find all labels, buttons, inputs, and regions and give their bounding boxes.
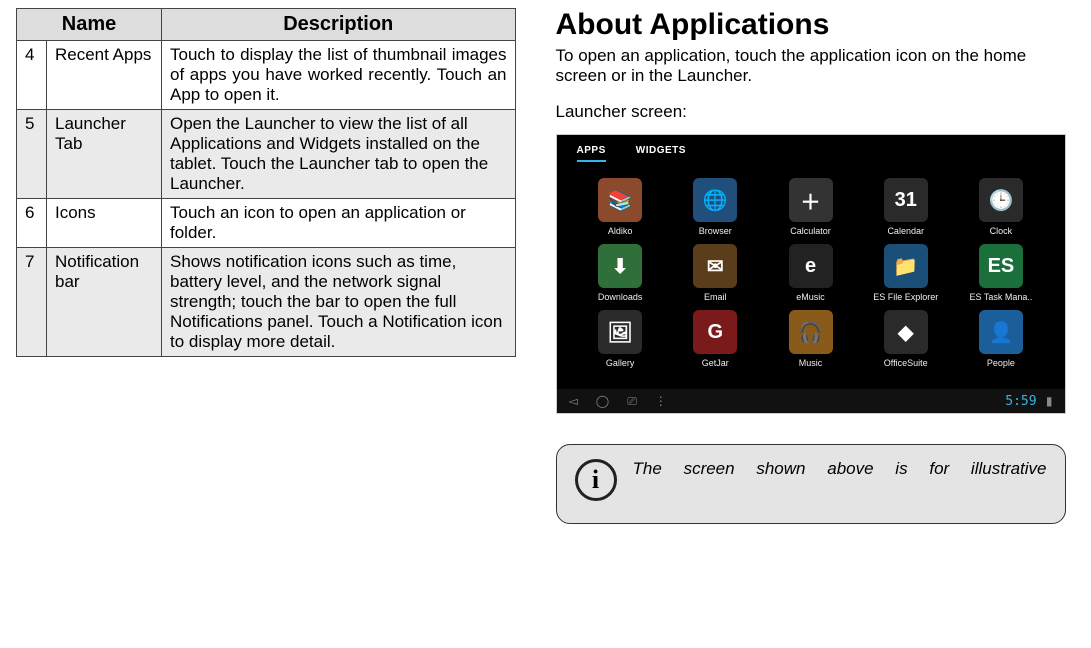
app-icon: ⬇ [598, 244, 642, 288]
app-icon: 👤 [979, 310, 1023, 354]
recent-icon[interactable]: ⎚ [627, 394, 637, 409]
home-icon[interactable]: ◯ [596, 394, 609, 409]
app-aldiko[interactable]: 📚 Aldiko [577, 178, 664, 236]
info-note: i The screen shown above is for illustra… [556, 444, 1066, 524]
table-row: 4 Recent Apps Touch to display the list … [17, 41, 516, 110]
back-icon[interactable]: ◅ [569, 394, 578, 409]
row-name: Icons [47, 199, 162, 248]
info-icon: i [575, 459, 617, 501]
app-icon: 📚 [598, 178, 642, 222]
app-calculator[interactable]: ＋ Calculator [767, 178, 854, 236]
row-name: Notification bar [47, 248, 162, 357]
row-num: 4 [17, 41, 47, 110]
app-clock[interactable]: 🕒 Clock [957, 178, 1044, 236]
app-label: Email [704, 292, 727, 302]
app-getjar[interactable]: G GetJar [672, 310, 759, 368]
table-row: 7 Notification bar Shows notification ic… [17, 248, 516, 357]
app-music[interactable]: 🎧 Music [767, 310, 854, 368]
battery-icon: ▮ [1046, 394, 1053, 408]
app-label: ES Task Mana.. [969, 292, 1032, 302]
app-icon: ◆ [884, 310, 928, 354]
about-heading: About Applications [556, 8, 1075, 42]
app-icon: 🖼 [598, 310, 642, 354]
reference-table: Name Description 4 Recent Apps Touch to … [16, 8, 516, 357]
app-es-file-explorer[interactable]: 📁 ES File Explorer [862, 244, 949, 302]
row-num: 5 [17, 110, 47, 199]
app-label: Music [799, 358, 823, 368]
tab-widgets[interactable]: WIDGETS [636, 145, 686, 162]
header-description: Description [162, 9, 516, 41]
app-icon: ＋ [789, 178, 833, 222]
row-name: Recent Apps [47, 41, 162, 110]
app-icon: ES [979, 244, 1023, 288]
app-icon: 🕒 [979, 178, 1023, 222]
row-desc: Touch an icon to open an application or … [162, 199, 516, 248]
app-label: GetJar [702, 358, 729, 368]
app-label: Downloads [598, 292, 643, 302]
app-downloads[interactable]: ⬇ Downloads [577, 244, 664, 302]
menu-icon[interactable]: ⋮ [655, 394, 667, 409]
clock-text: 5:59 [1005, 394, 1036, 409]
nav-bar: ◅ ◯ ⎚ ⋮ 5:59 ▮ [557, 389, 1065, 413]
tab-apps[interactable]: APPS [577, 145, 606, 162]
app-label: People [987, 358, 1015, 368]
app-calendar[interactable]: 31 Calendar [862, 178, 949, 236]
row-desc: Open the Launcher to view the list of al… [162, 110, 516, 199]
app-people[interactable]: 👤 People [957, 310, 1044, 368]
launcher-screenshot: APPS WIDGETS 📚 Aldiko 🌐 Browser ＋ Calculator 3… [556, 134, 1066, 414]
app-label: Calculator [790, 226, 831, 236]
app-officesuite[interactable]: ◆ OfficeSuite [862, 310, 949, 368]
app-label: Gallery [606, 358, 635, 368]
app-label: OfficeSuite [884, 358, 928, 368]
app-label: Calendar [887, 226, 924, 236]
app-icon: e [789, 244, 833, 288]
table-row: 5 Launcher Tab Open the Launcher to view… [17, 110, 516, 199]
row-num: 7 [17, 248, 47, 357]
app-label: Clock [990, 226, 1013, 236]
apps-grid: 📚 Aldiko 🌐 Browser ＋ Calculator 31 Calendar 🕒 Clo… [557, 166, 1065, 368]
app-browser[interactable]: 🌐 Browser [672, 178, 759, 236]
app-email[interactable]: ✉ Email [672, 244, 759, 302]
app-label: ES File Explorer [873, 292, 938, 302]
app-icon: G [693, 310, 737, 354]
row-desc: Shows notification icons such as time, b… [162, 248, 516, 357]
app-gallery[interactable]: 🖼 Gallery [577, 310, 664, 368]
app-icon: 🎧 [789, 310, 833, 354]
app-emusic[interactable]: e eMusic [767, 244, 854, 302]
app-label: Aldiko [608, 226, 633, 236]
launcher-tabs: APPS WIDGETS [557, 135, 1065, 166]
app-icon: 📁 [884, 244, 928, 288]
about-column: About Applications To open an applicatio… [556, 8, 1075, 640]
launcher-label: Launcher screen: [556, 102, 1075, 122]
table-row: 6 Icons Touch an icon to open an applica… [17, 199, 516, 248]
row-desc: Touch to display the list of thumbnail i… [162, 41, 516, 110]
app-es-task-mana-[interactable]: ES ES Task Mana.. [957, 244, 1044, 302]
row-num: 6 [17, 199, 47, 248]
app-label: eMusic [796, 292, 825, 302]
app-icon: ✉ [693, 244, 737, 288]
app-icon: 🌐 [693, 178, 737, 222]
header-name: Name [17, 9, 162, 41]
row-name: Launcher Tab [47, 110, 162, 199]
table-column: Name Description 4 Recent Apps Touch to … [16, 8, 516, 640]
app-icon: 31 [884, 178, 928, 222]
about-paragraph: To open an application, touch the applic… [556, 46, 1075, 86]
app-label: Browser [699, 226, 732, 236]
note-text: The screen shown above is for illustrati… [633, 459, 1047, 479]
